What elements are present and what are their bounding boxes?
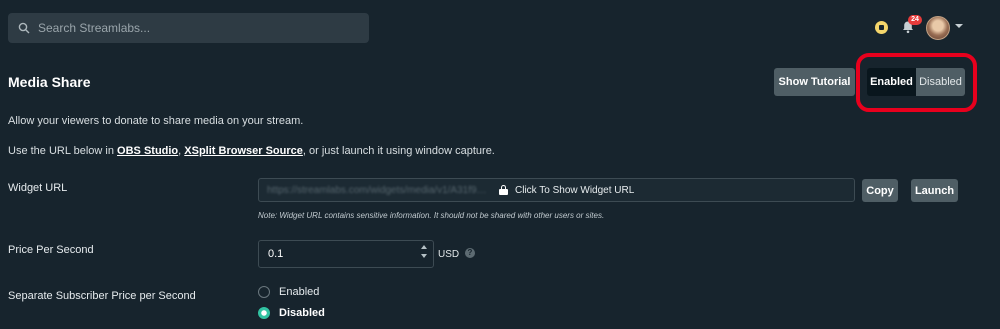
notification-badge: 24 — [908, 15, 922, 25]
radio-label: Enabled — [279, 286, 320, 298]
currency-label: USD — [438, 249, 460, 260]
highlight-annotation — [856, 53, 977, 112]
launch-button[interactable]: Launch — [911, 179, 958, 202]
stepper-up-icon[interactable] — [421, 245, 427, 249]
radio-option-enabled[interactable]: Enabled — [258, 286, 319, 298]
description-suffix: , or just launch it using window capture… — [302, 145, 495, 157]
widget-url-field[interactable]: https://streamlabs.com/widgets/media/v1/… — [258, 178, 855, 202]
price-per-second-label: Price Per Second — [8, 244, 94, 256]
copy-button[interactable]: Copy — [862, 179, 898, 202]
price-value: 0.1 — [268, 248, 284, 260]
show-tutorial-button[interactable]: Show Tutorial — [774, 68, 855, 96]
lock-icon — [499, 185, 508, 195]
obs-studio-link[interactable]: OBS Studio — [117, 145, 178, 157]
stepper-down-icon[interactable] — [421, 254, 427, 258]
radio-button[interactable] — [258, 286, 270, 298]
xsplit-link[interactable]: XSplit Browser Source — [184, 145, 303, 157]
description-prefix: Use the URL below in — [8, 145, 118, 157]
show-url-text[interactable]: Click To Show Widget URL — [515, 185, 634, 196]
blurred-url: https://streamlabs.com/widgets/media/v1/… — [267, 184, 487, 196]
search-icon — [18, 22, 30, 34]
price-stepper[interactable] — [421, 245, 427, 258]
page-title: Media Share — [8, 74, 91, 90]
avatar[interactable] — [926, 16, 950, 40]
widget-url-label: Widget URL — [8, 182, 68, 194]
prime-icon[interactable] — [875, 21, 888, 34]
price-input[interactable]: 0.1 — [258, 240, 434, 268]
search-input[interactable] — [38, 21, 338, 35]
subscriber-price-label: Separate Subscriber Price per Second — [8, 290, 196, 302]
radio-option-disabled[interactable]: Disabled — [258, 307, 325, 319]
widget-url-note: Note: Widget URL contains sensitive info… — [258, 211, 605, 220]
description-links-line: Use the URL below in OBS Studio, XSplit … — [8, 145, 495, 157]
description-line: Allow your viewers to donate to share me… — [8, 115, 304, 127]
chevron-down-icon[interactable] — [955, 24, 963, 28]
help-icon[interactable]: ? — [465, 248, 475, 258]
radio-button-selected[interactable] — [258, 307, 270, 319]
search-bar[interactable] — [8, 13, 369, 43]
radio-label: Disabled — [279, 307, 325, 319]
